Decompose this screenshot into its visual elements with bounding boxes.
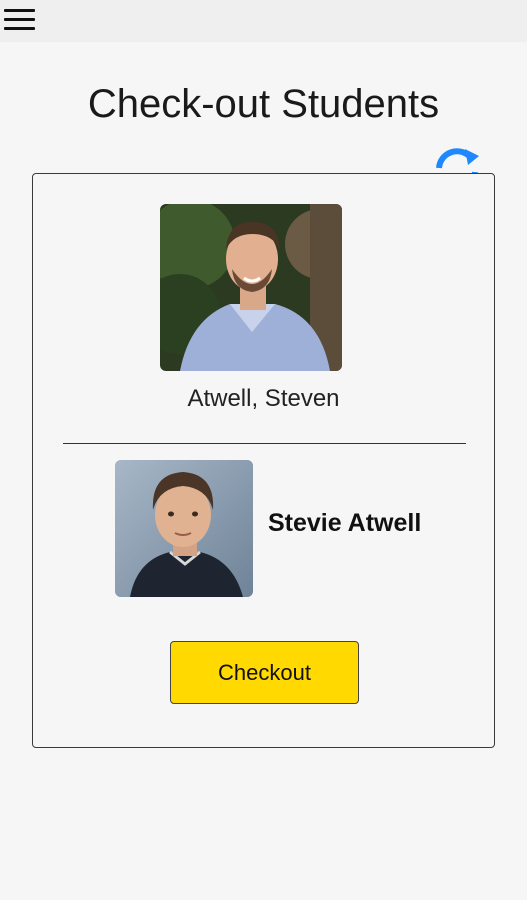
- hamburger-menu-icon[interactable]: [4, 6, 36, 34]
- student-photo[interactable]: [115, 460, 253, 597]
- divider: [63, 443, 466, 444]
- student-name: Stevie Atwell: [268, 509, 422, 537]
- checkout-button[interactable]: Checkout: [170, 641, 359, 704]
- parent-name: Atwell, Steven: [187, 385, 340, 412]
- page-title: Check-out Students: [87, 82, 440, 126]
- checkout-card: Atwell, Steven Stevie Atwell Checkout: [32, 173, 495, 748]
- top-app-bar: [0, 0, 527, 42]
- parent-photo: [160, 204, 342, 371]
